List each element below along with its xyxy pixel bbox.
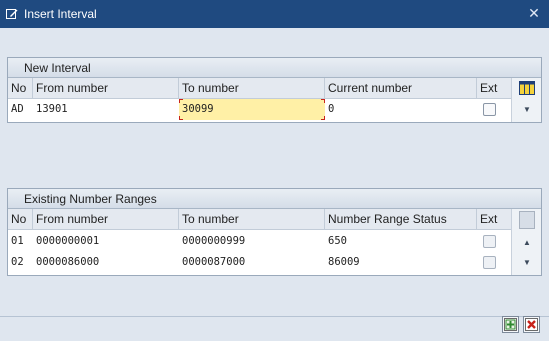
new-interval-row: AD 13901 30099 0 [8,99,512,120]
row-no: 01 [11,235,24,247]
scroll-down-icon[interactable]: ▼ [521,104,533,116]
row-from-number: 0000086000 [36,256,100,268]
existing-ranges-panel: Existing Number Ranges No From number To… [7,188,542,276]
column-header-ext: Ext [477,78,512,99]
no-field[interactable]: AD [8,99,33,120]
dialog-content: New Interval No From number To number Cu… [0,28,549,341]
column-header-to-number: To number [179,209,325,230]
row-range-status: 86009 [328,256,360,268]
column-header-from-number: From number [33,209,179,230]
from-number-field[interactable]: 13901 [33,99,179,120]
window-title: Insert Interval [24,7,97,21]
row-no: 02 [11,256,24,268]
column-header-from-number: From number [33,78,179,99]
existing-ranges-title: Existing Number Ranges [8,189,541,209]
table-row[interactable]: 01 0000000001 0000000999 650 [8,231,512,252]
confirm-button[interactable] [502,316,519,333]
footer-divider [0,316,549,317]
scrollbar-thumb[interactable] [519,211,535,229]
scroll-up-icon[interactable]: ▲ [521,237,533,249]
ext-checkbox [483,235,496,248]
scrollbar[interactable]: ▲ ▼ [511,209,541,275]
focus-corner [179,116,183,120]
new-interval-header-row: No From number To number Current number … [8,78,512,99]
row-from-number: 0000000001 [36,235,100,247]
table-settings-column: ▼ [511,78,541,122]
cancel-button[interactable] [523,316,540,333]
row-to-number: 0000087000 [182,256,246,268]
scroll-down-icon[interactable]: ▼ [521,257,533,269]
column-header-no: No [8,78,33,99]
column-header-current-number: Current number [325,78,477,99]
column-header-no: No [8,209,33,230]
focus-corner [179,99,183,103]
row-range-status: 650 [328,235,347,247]
ext-checkbox [483,256,496,269]
cancel-icon [525,318,538,331]
column-header-to-number: To number [179,78,325,99]
current-number-field[interactable]: 0 [325,99,477,120]
column-header-ext: Ext [477,209,512,230]
close-icon[interactable]: ✕ [527,6,541,20]
column-header-range-status: Number Range Status [325,209,477,230]
window-edit-icon [6,9,18,19]
existing-ranges-grid: No From number To number Number Range St… [8,209,541,275]
to-number-field[interactable]: 30099 [179,99,325,120]
title-bar: Insert Interval ✕ [0,0,549,28]
ext-checkbox[interactable] [483,103,496,116]
table-settings-icon[interactable] [519,81,535,95]
new-interval-grid: No From number To number Current number … [8,78,541,122]
new-interval-title: New Interval [8,58,541,78]
confirm-icon [504,318,517,331]
existing-ranges-header-row: No From number To number Number Range St… [8,209,512,230]
table-row[interactable]: 02 0000086000 0000087000 86009 [8,252,512,273]
new-interval-panel: New Interval No From number To number Cu… [7,57,542,123]
row-to-number: 0000000999 [182,235,246,247]
